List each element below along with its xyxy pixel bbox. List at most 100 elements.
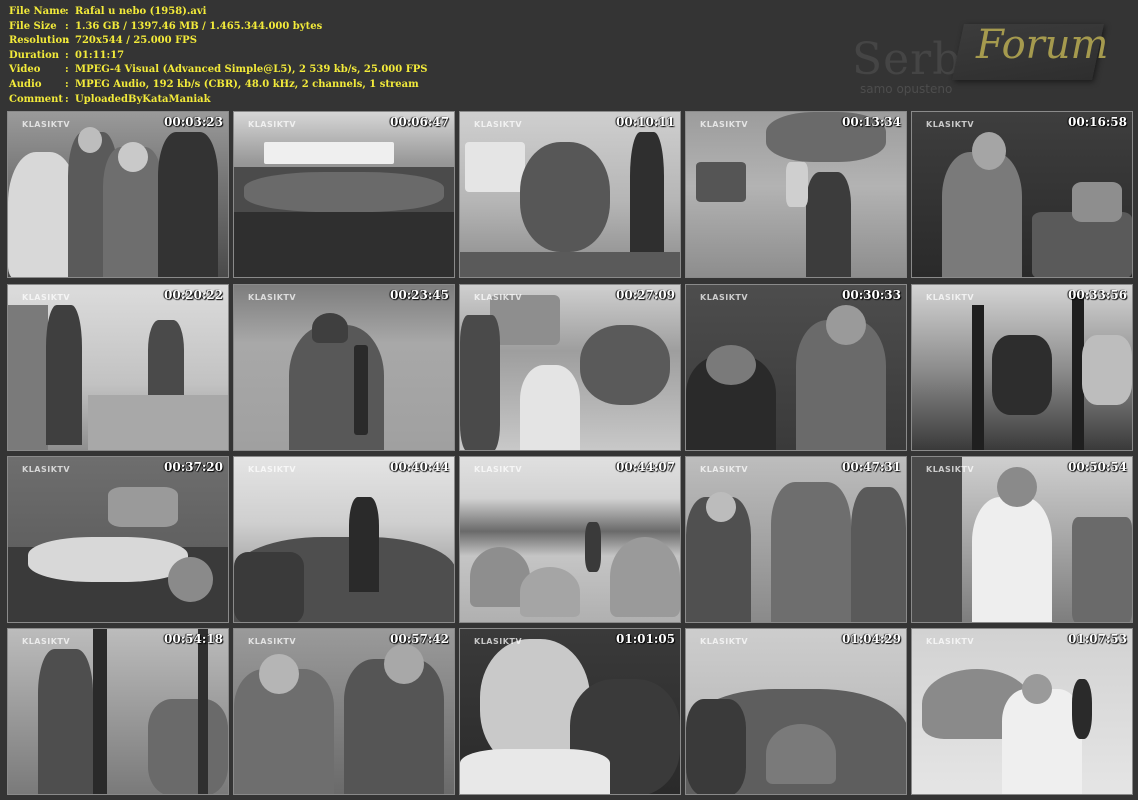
info-row-resolution: Resolution : 720x544 / 25.000 FPS [9,34,428,49]
scene-shape [826,305,866,345]
video-thumbnail: KLASIKTV 01:01:05 [459,628,681,795]
video-thumbnail: KLASIKTV 00:44:07 [459,456,681,623]
thumbnail-frame-image [686,629,906,794]
thumbnail-timecode: 00:44:07 [616,460,675,474]
channel-watermark: KLASIKTV [474,465,523,474]
scene-shape [806,172,851,277]
scene-shape [78,127,102,153]
scene-shape [585,522,601,572]
channel-watermark: KLASIKTV [700,465,749,474]
thumbnail-frame-image [234,112,454,277]
thumbnail-frame-image [8,457,228,622]
info-label: Duration [9,49,60,61]
thumbnail-timecode: 00:03:23 [164,115,223,129]
scene-shape [520,365,580,450]
thumbnail-timecode: 01:01:05 [616,632,675,646]
thumbnail-timecode: 00:13:34 [842,115,901,129]
thumbnail-timecode: 00:10:11 [616,115,675,129]
scene-shape [706,492,736,522]
scene-shape [259,654,299,694]
video-thumbnail: KLASIKTV 01:04:29 [685,628,907,795]
scene-shape [312,313,348,343]
info-row-audio: Audio : MPEG Audio, 192 kb/s (CBR), 48.0… [9,78,428,93]
channel-watermark: KLASIKTV [248,637,297,646]
info-value: MPEG Audio, 192 kb/s (CBR), 48.0 kHz, 2 … [75,78,419,90]
info-separator: : [65,49,69,61]
channel-watermark: KLASIKTV [474,293,523,302]
channel-watermark: KLASIKTV [926,637,975,646]
scene-shape [520,142,610,252]
info-row-file-size: File Size : 1.36 GB / 1397.46 MB / 1.465… [9,20,428,35]
scene-shape [28,537,188,582]
video-thumbnail: KLASIKTV 00:30:33 [685,284,907,451]
scene-shape [771,482,851,622]
info-label: File Name [9,6,67,17]
channel-watermark: KLASIKTV [926,120,975,129]
channel-watermark: KLASIKTV [700,637,749,646]
scene-shape [942,152,1022,277]
channel-watermark: KLASIKTV [22,120,71,129]
scene-shape [1022,674,1052,704]
info-separator: : [65,78,69,90]
thumbnail-timecode: 00:20:22 [164,288,223,302]
scene-shape [490,295,560,345]
scene-shape [349,497,379,592]
thumbnail-frame-image [686,285,906,450]
scene-shape [580,325,670,405]
video-thumbnail: KLASIKTV 00:23:45 [233,284,455,451]
scene-shape [460,749,610,794]
channel-watermark: KLASIKTV [248,293,297,302]
scene-shape [234,212,454,277]
scene-shape [786,162,808,207]
channel-watermark: KLASIKTV [248,465,297,474]
scene-shape [972,305,984,450]
thumbnail-frame-image [686,112,906,277]
thumbnail-timecode: 01:04:29 [842,632,901,646]
channel-watermark: KLASIKTV [248,120,297,129]
scene-shape [972,132,1006,170]
scene-shape [997,467,1037,507]
scene-shape [1072,517,1132,622]
video-thumbnail: KLASIKTV 00:13:34 [685,111,907,278]
thumbnail-frame-image [912,285,1132,450]
info-label: Comment [9,93,64,105]
video-thumbnail: KLASIKTV 01:07:53 [911,628,1133,795]
forum-logo: Serbian Forum samo opusteno [830,18,1130,108]
video-thumbnail: KLASIKTV 00:54:18 [7,628,229,795]
video-thumbnail: KLASIKTV 00:50:54 [911,456,1133,623]
info-separator: : [65,6,69,17]
scene-shape [460,252,680,277]
info-row-duration: Duration : 01:11:17 [9,49,428,64]
channel-watermark: KLASIKTV [700,293,749,302]
scene-shape [706,345,756,385]
thumbnail-frame-image [460,629,680,794]
info-value: 01:11:17 [75,49,125,61]
thumbnail-timecode: 00:57:42 [390,632,449,646]
thumbnail-frame-image [912,457,1132,622]
scene-shape [148,699,228,794]
thumbnail-frame-image [460,285,680,450]
video-thumbnail: KLASIKTV 00:03:23 [7,111,229,278]
thumbnail-frame-image [912,112,1132,277]
scene-shape [992,335,1052,415]
thumbnail-timecode: 00:40:44 [390,460,449,474]
thumbnail-timecode: 00:47:31 [842,460,901,474]
thumbnail-frame-image [234,457,454,622]
scene-shape [1072,679,1092,739]
info-value: UploadedByKataManiak [75,93,211,105]
media-info-panel: File Name : Rafal u nebo (1958).avi File… [9,5,428,107]
thumbnail-frame-image [234,285,454,450]
video-thumbnail: KLASIKTV 00:16:58 [911,111,1133,278]
scene-shape [1082,335,1132,405]
contact-sheet: File Name : Rafal u nebo (1958).avi File… [0,0,1138,800]
video-thumbnail: KLASIKTV 00:57:42 [233,628,455,795]
channel-watermark: KLASIKTV [926,293,975,302]
video-thumbnail: KLASIKTV 00:33:56 [911,284,1133,451]
info-value: 1.36 GB / 1397.46 MB / 1.465.344.000 byt… [75,20,323,32]
channel-watermark: KLASIKTV [700,120,749,129]
scene-shape [8,305,48,450]
scene-shape [108,487,178,527]
info-separator: : [65,35,69,47]
info-label: Audio [9,78,42,90]
scene-shape [384,644,424,684]
